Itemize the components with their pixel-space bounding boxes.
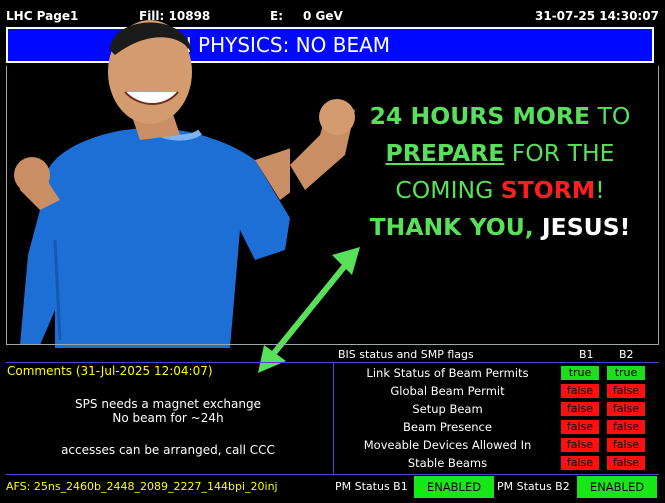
flag-label: Setup Beam <box>412 402 483 416</box>
flag-b2-value: false <box>607 420 645 434</box>
bis-b2-header: B2 <box>619 348 634 361</box>
pm-status-b2-label: PM Status B2 <box>497 480 570 493</box>
flag-b2-value: false <box>607 438 645 452</box>
comments-title: Comments (31-Jul-2025 12:04:07) <box>7 364 213 378</box>
meme-storm-word: STORM <box>500 176 596 204</box>
flag-row: Moveable Devices Allowed In false false <box>335 436 660 454</box>
comment-line-1: SPS needs a magnet exchange <box>75 397 261 411</box>
meme-line1-rest: TO <box>590 102 631 130</box>
meme-line2-rest: FOR THE <box>504 139 615 167</box>
flag-row: Link Status of Beam Permits true true <box>335 364 660 382</box>
flag-b1-value: false <box>561 402 599 416</box>
flag-row: Setup Beam false false <box>335 400 660 418</box>
pm-status-b1-label: PM Status B1 <box>335 480 408 493</box>
panel-divider-vertical <box>333 362 334 474</box>
flag-label: Moveable Devices Allowed In <box>363 438 532 452</box>
energy-value: 0 GeV <box>303 9 343 23</box>
flag-b1-value: false <box>561 420 599 434</box>
timestamp: 31-07-25 14:30:07 <box>535 9 659 23</box>
comment-line-3: accesses can be arranged, call CCC <box>61 443 275 457</box>
flag-label: Global Beam Permit <box>390 384 505 398</box>
flag-b1-value: false <box>561 456 599 470</box>
flag-b2-value: false <box>607 456 645 470</box>
flag-b1-value: false <box>561 384 599 398</box>
flag-b2-value: false <box>607 402 645 416</box>
bis-b1-header: B1 <box>579 348 594 361</box>
meme-line4-a: THANK YOU, <box>369 213 542 241</box>
frame-left <box>6 66 7 344</box>
flag-label: Link Status of Beam Permits <box>366 366 529 380</box>
flag-b2-value: true <box>607 366 645 380</box>
panel-divider-top <box>6 344 659 345</box>
afs-filling-scheme: AFS: 25ns_2460b_2448_2089_2227_144bpi_20… <box>6 480 278 493</box>
meme-line1-bold: 24 HOURS MORE <box>369 102 590 130</box>
flag-row: Stable Beams false false <box>335 454 660 472</box>
meme-line2-underlined: PREPARE <box>385 139 505 167</box>
comment-line-2: No beam for ~24h <box>112 411 224 425</box>
panel-divider-bottom <box>6 474 659 475</box>
meme-line3-b: ! <box>595 176 605 204</box>
flag-b1-value: false <box>561 438 599 452</box>
flag-label: Beam Presence <box>403 420 492 434</box>
flag-b1-value: true <box>561 366 599 380</box>
raised-fist-image <box>290 99 355 190</box>
bis-title: BIS status and SMP flags <box>338 348 474 361</box>
meme-caption: 24 HOURS MORE TO PREPARE FOR THE COMING … <box>355 98 645 246</box>
flag-b2-value: false <box>607 384 645 398</box>
meme-jesus-word: JESUS! <box>541 213 631 241</box>
meme-line3-a: COMING <box>395 176 501 204</box>
pm-status-b2-value: ENABLED <box>577 476 657 498</box>
frame-right <box>658 66 659 344</box>
pm-status-b1-value: ENABLED <box>414 476 494 498</box>
flag-label: Stable Beams <box>407 456 488 470</box>
flag-row: Beam Presence false false <box>335 418 660 436</box>
flag-row: Global Beam Permit false false <box>335 382 660 400</box>
